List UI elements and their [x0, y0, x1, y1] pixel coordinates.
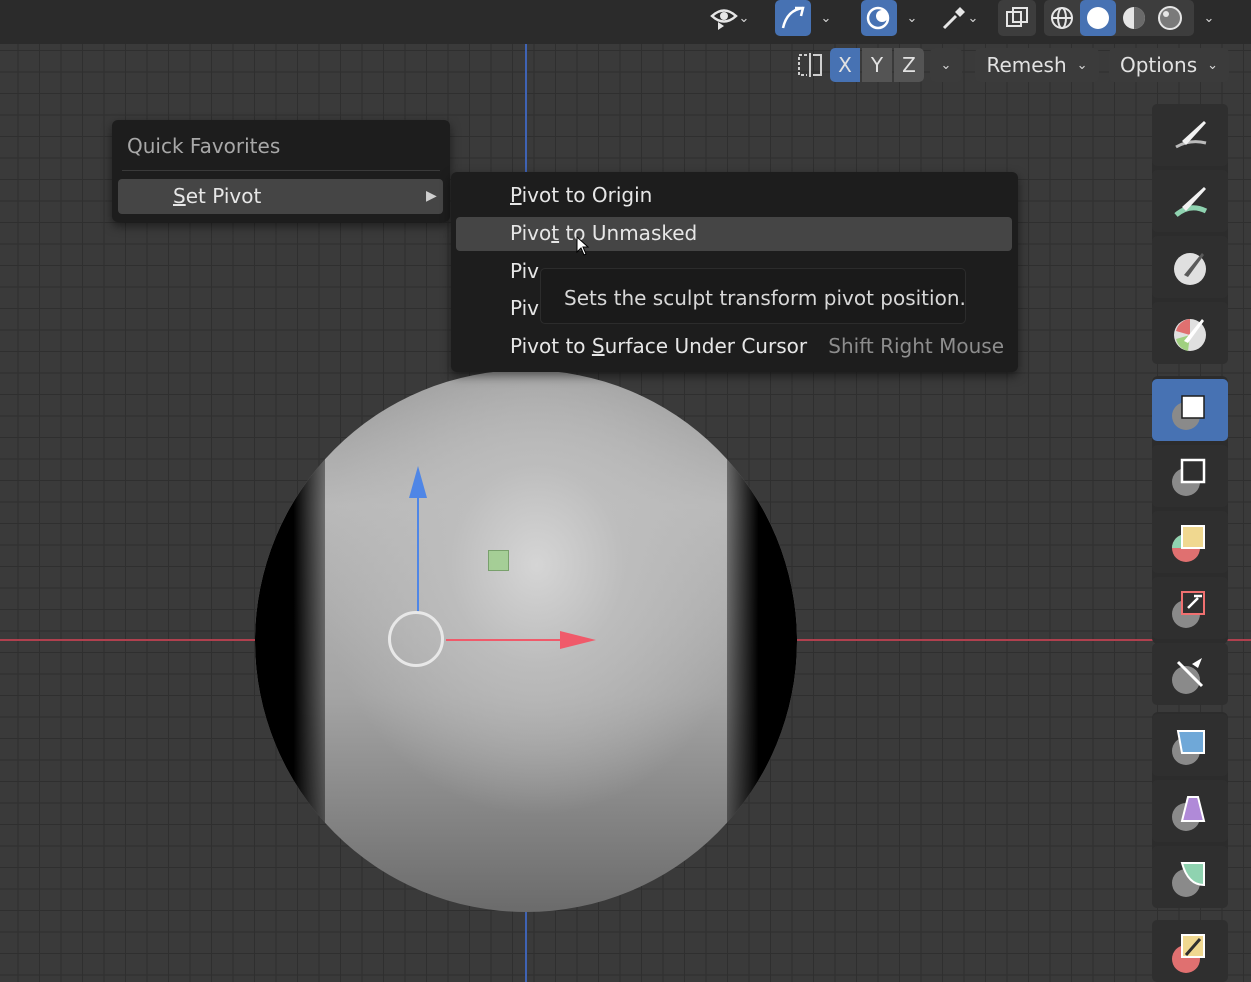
cloth-icon [1172, 730, 1205, 765]
gizmo-x-axis[interactable] [446, 639, 566, 641]
sphere-shadow-left [255, 370, 325, 912]
face-set-tool[interactable] [1152, 511, 1228, 573]
gizmo-z-axis[interactable] [417, 490, 419, 614]
draw-brush-icon [1175, 121, 1207, 149]
mask-lasso-icon [1172, 458, 1206, 496]
chevron-down-icon: ⌄ [738, 10, 750, 26]
overlays-dropdown[interactable]: ⌄ [853, 0, 925, 36]
color-brush-tool[interactable] [1152, 302, 1228, 364]
chevron-down-icon: ⌄ [940, 57, 952, 73]
gizmo-pivot-circle[interactable] [388, 611, 444, 667]
symmetry-toggle[interactable] [790, 48, 830, 82]
cloth-tool[interactable] [1152, 714, 1228, 776]
options-dropdown[interactable]: Options ⌄ [1109, 48, 1229, 82]
chevron-down-icon: ⌄ [967, 10, 979, 26]
rendered-shading-icon [1158, 6, 1182, 30]
menu-separator [122, 170, 440, 171]
mask-box-icon [1172, 395, 1205, 430]
face-set-icon [1172, 525, 1205, 562]
menu-item-label: Pivot to Surface Under Cursor [510, 334, 808, 358]
annotate-icon [1172, 934, 1205, 973]
annotate-tool[interactable] [1152, 920, 1228, 982]
mask-lasso-tool[interactable] [1152, 445, 1228, 507]
quick-favorites-title: Quick Favorites [127, 134, 281, 158]
chevron-down-icon: ⌄ [820, 10, 832, 26]
symmetry-options-dropdown[interactable]: ⌄ [930, 48, 962, 82]
gizmo-dropdown[interactable]: ⌄ [768, 0, 838, 36]
sphere-shadow-right [727, 370, 797, 912]
pivot-marker [488, 550, 509, 571]
mouse-cursor-icon [576, 235, 590, 261]
pivot-to-surface-under-cursor-item[interactable]: Pivot to Surface Under Cursor Shift Righ… [456, 330, 1012, 364]
wireframe-shading-button[interactable] [1044, 0, 1080, 36]
toggle-xray-button[interactable] [998, 0, 1036, 36]
shading-group [1044, 0, 1194, 36]
viewport-header: ⌄ ⌄ ⌄ ⌄ ⌄ [0, 0, 1251, 44]
symmetry-x-button[interactable]: X [830, 48, 860, 82]
line-project-icon [1172, 658, 1204, 694]
gizmo-toggle[interactable] [774, 0, 811, 36]
trim-tool[interactable] [1152, 577, 1228, 639]
rendered-shading-button[interactable] [1152, 0, 1188, 36]
material-shading-button[interactable] [1116, 0, 1152, 36]
shading-options-dropdown[interactable]: ⌄ [1196, 0, 1222, 36]
paint-brush-tool[interactable] [1152, 236, 1228, 298]
xray-icon [866, 6, 889, 30]
trim-icon [1172, 591, 1205, 628]
menu-item-label: Piv [510, 296, 540, 320]
quick-favorites-menu: Quick Favorites Set Pivot ▶ [112, 120, 450, 222]
sampling-dropdown[interactable]: ⌄ [930, 0, 988, 36]
smooth-brush-tool[interactable] [1152, 170, 1228, 232]
submenu-arrow-icon: ▶ [426, 188, 437, 204]
remesh-label: Remesh [986, 53, 1067, 77]
chevron-down-icon: ⌄ [1203, 10, 1215, 26]
line-project-tool[interactable] [1152, 643, 1228, 705]
solid-shading-icon [1087, 7, 1109, 29]
gizmo-x-arrow[interactable] [560, 631, 596, 649]
mirror-icon [798, 53, 822, 77]
chevron-down-icon: ⌄ [1207, 57, 1219, 73]
chevron-down-icon: ⌄ [906, 10, 918, 26]
shortcut-label: Shift Right Mouse [828, 334, 1004, 358]
options-label: Options [1119, 53, 1198, 77]
pivot-to-unmasked-item[interactable]: Pivot to Unmasked [456, 217, 1012, 251]
symmetry-z-button[interactable]: Z [894, 48, 924, 82]
menu-item-label: Pivot to Unmasked [510, 221, 698, 245]
overlay-curve-icon [781, 6, 805, 29]
simplify-icon [1172, 862, 1205, 897]
material-shading-icon [1123, 7, 1145, 29]
simplify-tool[interactable] [1152, 846, 1228, 908]
draw-brush-tool[interactable] [1152, 104, 1228, 166]
menu-item-label: Piv [510, 259, 540, 281]
grab-tool[interactable] [1152, 780, 1228, 842]
mask-box-tool[interactable] [1152, 379, 1228, 441]
eyedropper-icon [942, 7, 965, 30]
visibility-eye-icon [709, 9, 738, 30]
overlays-icon [1006, 7, 1028, 27]
sculpt-sphere[interactable] [255, 370, 797, 912]
chevron-down-icon: ⌄ [1076, 57, 1088, 73]
tooltip: Sets the sculpt transform pivot position… [540, 268, 966, 324]
set-pivot-menu-item[interactable]: Set Pivot ▶ [118, 179, 443, 214]
visibility-dropdown[interactable]: ⌄ [700, 0, 758, 36]
smooth-brush-icon [1174, 187, 1208, 217]
menu-item-label: Pivot to Origin [510, 183, 653, 207]
pivot-to-origin-item[interactable]: Pivot to Origin [456, 179, 1012, 213]
gizmo-z-arrow[interactable] [409, 466, 427, 498]
remesh-dropdown[interactable]: Remesh ⌄ [975, 48, 1099, 82]
symmetry-y-button[interactable]: Y [862, 48, 892, 82]
tool-shelf [1152, 104, 1230, 982]
solid-shading-button[interactable] [1080, 0, 1116, 36]
color-brush-icon [1174, 319, 1206, 351]
paint-brush-icon [1174, 253, 1206, 285]
grab-icon [1172, 796, 1206, 831]
set-pivot-label: Set Pivot [173, 184, 262, 208]
overlays-toggle[interactable] [860, 0, 897, 36]
tooltip-text: Sets the sculpt transform pivot position… [564, 286, 966, 310]
wireframe-shading-icon [1051, 7, 1073, 29]
